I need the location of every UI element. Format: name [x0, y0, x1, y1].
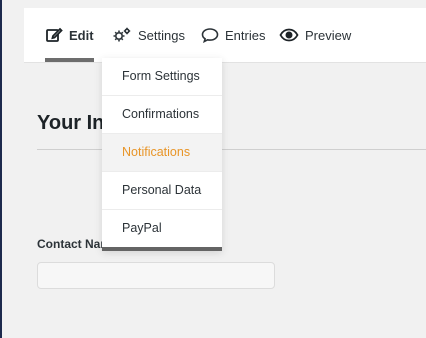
menu-item-confirmations[interactable]: Confirmations — [102, 96, 222, 134]
gears-icon — [112, 27, 132, 43]
menu-item-personal-data[interactable]: Personal Data — [102, 172, 222, 210]
menu-item-notifications[interactable]: Notifications — [102, 134, 222, 172]
tab-edit-label: Edit — [69, 27, 94, 43]
contact-name-field[interactable] — [37, 262, 275, 289]
settings-dropdown-menu: Form Settings Confirmations Notification… — [102, 58, 222, 251]
tab-entries-label: Entries — [225, 27, 266, 43]
eye-icon — [279, 27, 299, 43]
form-editor-page: Edit Settings Entries Preview Your In Co… — [2, 0, 426, 338]
active-tab-indicator — [45, 58, 94, 62]
menu-item-form-settings[interactable]: Form Settings — [102, 58, 222, 96]
title-divider — [37, 149, 426, 150]
tab-settings[interactable]: Settings — [112, 8, 185, 62]
form-toolbar: Edit Settings Entries Preview — [24, 8, 426, 63]
comment-icon — [201, 27, 219, 43]
tab-edit[interactable]: Edit — [45, 8, 94, 62]
tab-entries[interactable]: Entries — [201, 8, 265, 62]
tab-settings-label: Settings — [138, 27, 185, 43]
menu-item-paypal[interactable]: PayPal — [102, 210, 222, 247]
form-title: Your In — [37, 112, 105, 134]
tab-preview-label: Preview — [305, 27, 352, 43]
edit-icon — [45, 26, 63, 44]
tab-preview[interactable]: Preview — [279, 8, 351, 62]
